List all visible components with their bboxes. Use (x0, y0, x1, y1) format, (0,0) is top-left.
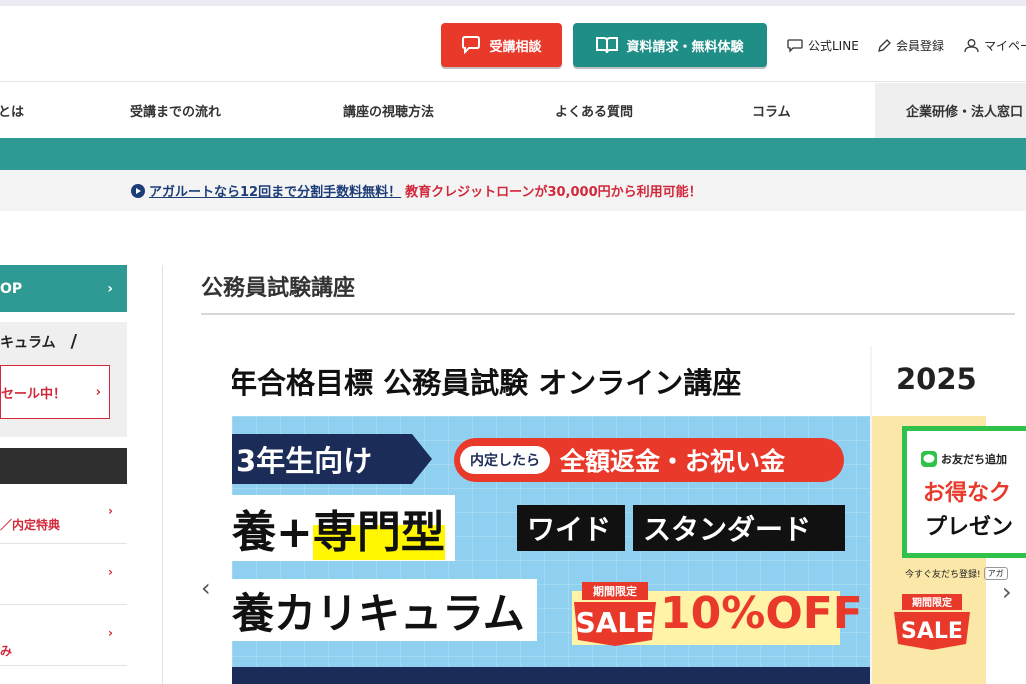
teal-bar (0, 138, 1026, 170)
user-icon (964, 39, 979, 53)
sidebar-link-1[interactable]: ／内定特典 › (0, 484, 127, 544)
main-nav: とは 受講までの流れ 講座の視聴方法 よくある質問 コラム 企業研修・法人窓口 (0, 83, 1026, 138)
course-banner[interactable]: 3年生向け 内定したら 全額返金・お祝い金 養+ 専門型 ワイド スタンダード 養… (232, 416, 870, 684)
line-popup-line2: お得なク (923, 481, 1012, 506)
credit-loan-text: 教育クレジットローンが30,000円から利用可能！ (405, 185, 702, 200)
refund-pill: 内定したら (460, 446, 550, 474)
sidebar-top-label: OP (0, 280, 23, 297)
carousel-next-icon[interactable]: › (1002, 578, 1012, 606)
slash-icon: / (70, 331, 78, 352)
line-logo-icon (921, 451, 937, 467)
sidebar-top-link[interactable]: OP › (0, 265, 127, 312)
line-label: 公式LINE (808, 39, 859, 53)
refund-text: 全額返金・お祝い金 (560, 447, 786, 476)
sidebar-dark-header (0, 448, 127, 484)
banner-footer (232, 667, 870, 684)
consult-label: 受講相談 (489, 39, 542, 55)
line-popup-line1-text: お友だち追加 (941, 453, 1007, 466)
sidebar-curriculum-label: キュラム (0, 335, 56, 351)
sidebar-sale-label: セール中！ (1, 386, 67, 402)
sidebar-sale-button[interactable]: セール中！ › (0, 365, 110, 419)
nav-item-faq[interactable]: よくある質問 (555, 83, 633, 138)
line-popup-footer-text: 今すぐ友だち登録! (905, 569, 981, 580)
pencil-icon (878, 38, 891, 52)
chat-icon (787, 38, 803, 53)
request-label: 資料請求・無料体験 (626, 39, 744, 55)
next-sale-badge-main: SALE (901, 619, 963, 644)
sidebar-link-2[interactable]: › (0, 545, 127, 605)
sidebar-link-3[interactable]: み › (0, 606, 127, 666)
line-popup-line3: プレゼン (925, 515, 1014, 540)
grade-label: 3年生向け (232, 434, 432, 484)
notice-bar: アガルートなら12回まで分割手数料無料！ 教育クレジットローンが30,000円か… (0, 170, 1026, 211)
chevron-right-icon: › (108, 565, 113, 579)
carousel-prev-icon[interactable]: ‹ (201, 574, 211, 602)
installment-link[interactable]: アガルートなら12回まで分割手数料無料！ (149, 181, 401, 200)
course-type: 養+ 専門型 (232, 495, 455, 561)
open-book-icon (596, 37, 619, 54)
nav-item-flow[interactable]: 受講までの流れ (130, 83, 221, 138)
nav-item-corporate[interactable]: 企業研修・法人窓口 (875, 83, 1026, 138)
line-friend-popup[interactable]: お友だち追加 お得なク プレゼン (902, 426, 1026, 558)
mypage-link[interactable]: マイペー (964, 37, 1026, 54)
official-line-link[interactable]: 公式LINE (787, 37, 859, 54)
next-sale-badge: 期間限定 SALE (894, 594, 970, 650)
sidebar-link-label: み (0, 644, 13, 658)
next-sale-badge-top: 期間限定 (912, 596, 952, 609)
chat-bubble-icon (462, 36, 481, 54)
chevron-right-icon: › (108, 626, 113, 640)
refund-badge: 内定したら 全額返金・お祝い金 (454, 438, 844, 482)
tag-wide: ワイド (517, 505, 625, 551)
chevron-right-icon: › (107, 280, 113, 297)
course-type-highlight: 専門型 (312, 496, 445, 560)
sidebar: OP › キュラム / セール中！ › ／内定特典 › › み › (0, 265, 127, 684)
sale-badge-top: 期間限定 (593, 584, 637, 598)
sidebar-curriculum[interactable]: キュラム / (0, 331, 77, 352)
curriculum-text: 養カリキュラム (232, 579, 537, 641)
title-rule (201, 313, 1015, 315)
nav-item-column[interactable]: コラム (752, 83, 791, 138)
discount-text: 10%OFF (660, 588, 863, 639)
request-materials-button[interactable]: 資料請求・無料体験 (573, 23, 767, 67)
carousel-slide[interactable]: 年合格目標 公務員試験 オンライン講座 3年生向け 内定したら 全額返金・お祝い… (232, 346, 870, 684)
site-header: 受講相談 資料請求・無料体験 公式LINE 会員登録 マイペー (0, 6, 1026, 82)
sidebar-link-label: ／内定特典 (0, 518, 61, 532)
nav-item-about[interactable]: とは (0, 83, 24, 138)
tag-standard: スタンダード (633, 505, 845, 551)
consult-button[interactable]: 受講相談 (441, 23, 562, 67)
sale-badge: 期間限定 SALE (574, 582, 656, 646)
page-title: 公務員試験講座 (201, 276, 356, 301)
slide-heading: 年合格目標 公務員試験 オンライン講座 (232, 366, 742, 400)
member-register-link[interactable]: 会員登録 (877, 37, 944, 54)
next-slide-year: 2025 (896, 362, 977, 396)
sidebar-divider (162, 265, 163, 684)
sale-badge-main: SALE (576, 606, 655, 639)
course-type-prefix: 養+ (232, 507, 313, 558)
nav-item-viewing[interactable]: 講座の視聴方法 (343, 83, 434, 138)
play-icon (131, 183, 145, 198)
chevron-right-icon: › (95, 384, 101, 400)
chevron-right-icon: › (108, 504, 113, 518)
member-label: 会員登録 (896, 39, 945, 53)
line-popup-line1: お友だち追加 (921, 451, 1007, 467)
mypage-label: マイペー (984, 39, 1026, 53)
